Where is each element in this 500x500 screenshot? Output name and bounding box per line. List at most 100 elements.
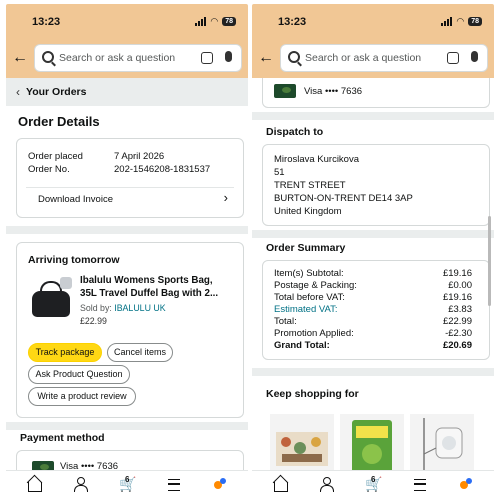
product-title[interactable]: Ibalulu Womens Sports Bag, 35L Travel Du… [80,274,232,300]
home-icon[interactable] [272,476,288,492]
breadcrumb-your-orders[interactable]: Your Orders [26,86,87,98]
summary-label: Postage & Packing: [274,280,357,291]
summary-row: Total: £22.99 [274,316,472,328]
order-placed-label: Order placed [28,151,83,162]
product-image[interactable] [30,277,76,323]
signal-icon [441,17,453,26]
cancel-items-button[interactable]: Cancel items [107,343,173,362]
status-icons: ◠ 78 [195,16,236,27]
fertiliser-product-image [352,420,392,474]
puzzle-product-image [276,432,328,466]
payment-card-box [262,78,490,108]
seller-link[interactable]: IBALULU UK [114,303,165,313]
write-review-button[interactable]: Write a product review [28,387,136,406]
section-divider [252,230,494,238]
scrollbar[interactable] [488,216,491,306]
wifi-icon: ◠ [456,16,465,26]
cart-icon[interactable]: 🛒 6 [365,475,382,492]
order-number-label: Order No. [28,164,70,175]
summary-label: Total: [274,316,297,327]
search-placeholder: Search or ask a question [59,52,176,64]
back-arrow-icon[interactable]: ← [258,49,274,67]
signal-icon [195,17,207,26]
microphone-icon[interactable] [471,51,478,62]
section-divider [6,422,248,430]
order-number-value: 202-1546208-1831537 [114,164,211,175]
summary-row: Item(s) Subtotal: £19.16 [274,268,472,280]
status-bar: 13:23 ◠ 78 [252,4,494,40]
status-time: 13:23 [32,16,61,28]
summary-row: Estimated VAT: £3.83 [274,304,472,316]
product-card[interactable] [270,414,334,476]
summary-value: £19.16 [442,268,472,279]
summary-value: £20.69 [442,340,472,351]
product-card[interactable] [340,414,404,476]
section-divider [6,226,248,234]
search-bar: ← Search or ask a question [6,40,248,78]
product-price: £22.99 [80,316,107,326]
download-invoice-button[interactable]: Download Invoice › [26,187,234,209]
summary-value: £22.99 [442,316,472,327]
summary-label: Item(s) Subtotal: [274,268,344,279]
summary-value: -£2.30 [445,328,472,339]
camera-search-icon[interactable] [447,52,459,64]
status-time: 13:23 [278,16,307,28]
status-bar: 13:23 ◠ 78 [6,4,248,40]
summary-value: £0.00 [448,280,472,291]
summary-label: Promotion Applied: [274,328,354,339]
sold-by-label: Sold by: [80,303,112,313]
search-input[interactable]: Search or ask a question [280,44,488,72]
track-package-button[interactable]: Track package [28,343,102,362]
search-input[interactable]: Search or ask a question [34,44,242,72]
page-title: Order Details [18,114,100,129]
camera-search-icon[interactable] [201,52,213,64]
section-divider [252,112,494,120]
chevron-left-icon: ‹ [16,85,20,99]
cart-count: 6 [125,475,130,484]
menu-icon[interactable] [166,476,182,492]
order-summary-heading: Order Summary [266,242,346,254]
address-house-number: 51 [274,167,285,178]
summary-row: Postage & Packing: £0.00 [274,280,472,292]
product-card[interactable] [410,414,474,476]
address-town-postcode: BURTON-ON-TRENT DE14 3AP [274,193,413,204]
summary-value: £3.83 [448,304,472,315]
account-icon[interactable] [72,476,88,492]
summary-label: Grand Total: [274,340,330,351]
window-robot-product-image [423,418,463,472]
bottom-nav: 🛒 6 [252,470,494,496]
address-country: United Kingdom [274,206,342,217]
keep-shopping-heading: Keep shopping for [266,388,359,400]
bag-body [32,291,70,317]
bottom-nav: 🛒 6 [6,470,248,496]
sold-by: Sold by: IBALULU UK [80,303,166,313]
home-icon[interactable] [26,476,42,492]
account-icon[interactable] [318,476,334,492]
ask-product-question-button[interactable]: Ask Product Question [28,365,130,384]
payment-card-text: Visa •••• 7636 [304,86,363,97]
status-icons: ◠ 78 [441,16,482,27]
section-divider [252,368,494,376]
search-icon [288,51,300,63]
arriving-heading: Arriving tomorrow [28,254,120,266]
summary-row: Total before VAT: £19.16 [274,292,472,304]
address-street: TRENT STREET [274,180,346,191]
rufus-assistant-icon[interactable] [212,476,228,492]
cart-count: 6 [371,475,376,484]
search-icon [42,51,54,63]
bag-accessory [60,277,72,289]
dispatch-heading: Dispatch to [266,126,324,138]
rufus-assistant-icon[interactable] [458,476,474,492]
chevron-right-icon: › [223,190,228,205]
search-placeholder: Search or ask a question [305,52,422,64]
menu-icon[interactable] [412,476,428,492]
summary-value: £19.16 [442,292,472,303]
microphone-icon[interactable] [225,51,232,62]
back-arrow-icon[interactable]: ← [12,49,28,67]
summary-row: Promotion Applied: -£2.30 [274,328,472,340]
order-placed-value: 7 April 2026 [114,151,165,162]
breadcrumb[interactable]: ‹ Your Orders [6,78,248,106]
payment-method-heading: Payment method [20,432,105,444]
estimated-vat-link[interactable]: Estimated VAT: [274,304,338,315]
cart-icon[interactable]: 🛒 6 [119,475,136,492]
